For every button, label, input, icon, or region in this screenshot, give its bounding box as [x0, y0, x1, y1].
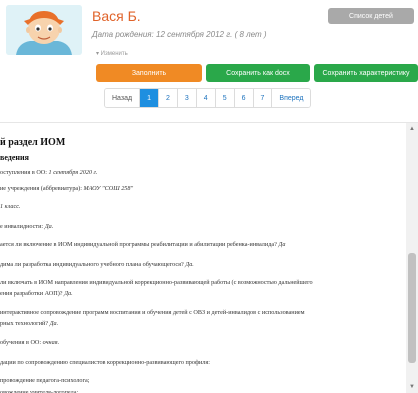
document-line-text: е инвалидности: — [0, 223, 45, 230]
document-line-text: ие учреждения (аббревиатура): — [0, 185, 84, 192]
document-line: ли включать в ИОМ направления индивидуал… — [0, 279, 313, 286]
scroll-down-icon[interactable]: ▼ — [408, 383, 416, 391]
save-characteristic-button[interactable]: Сохранить характеристику — [314, 64, 418, 82]
document-line: интерактивное сопровождение программ вос… — [0, 309, 305, 316]
child-name: Вася Б. — [92, 8, 141, 24]
pager-page-4[interactable]: 4 — [196, 89, 216, 107]
document-line: провождение педагога-психолога; — [0, 377, 90, 384]
children-list-button[interactable]: Список детей — [328, 8, 414, 24]
document-line: дима ли разработка индивидуального учебн… — [0, 261, 194, 268]
pager-page-2[interactable]: 2 — [158, 89, 178, 107]
save-docx-button[interactable]: Сохранить как docx — [206, 64, 310, 82]
document-line-value: очная. — [42, 339, 60, 346]
document-title: й раздел ИОМ — [0, 137, 66, 148]
pager-next[interactable]: Вперед — [272, 89, 311, 107]
scrollbar-thumb[interactable] — [408, 253, 416, 363]
pager-page-3[interactable]: 3 — [177, 89, 197, 107]
document-line-value: Да. — [44, 223, 54, 230]
document-line: ения разработки АОП)? Да. — [0, 290, 73, 297]
document-line-text: интерактивное сопровождение программ вос… — [0, 309, 305, 316]
document-line-value: 1 сентября 2020 г. — [48, 169, 98, 176]
pager-page-7[interactable]: 7 — [253, 89, 273, 107]
document-line-text: ается ли включение в ИОМ индивидуальной … — [0, 241, 279, 248]
document-line: обучения в ОО: очная. — [0, 339, 59, 346]
document-line-text: рных технологий? — [0, 320, 50, 327]
document-line-value: Да — [278, 241, 286, 248]
document-line-text: обучения в ОО: — [0, 339, 43, 346]
document-line-text: овождение учителя-логопеда; — [0, 389, 79, 393]
document-line: ие учреждения (аббревиатура): МАОУ "СОШ … — [0, 185, 133, 192]
document-line-value: Да. — [185, 261, 194, 268]
document-line: е инвалидности: Да. — [0, 223, 53, 230]
document-line: овождение учителя-логопеда; — [0, 389, 78, 393]
avatar — [6, 5, 82, 55]
document-line-text: дации по сопровождению специалистов корр… — [0, 359, 210, 366]
document-line-text: ения разработки АОП)? — [0, 290, 65, 297]
scroll-up-icon[interactable]: ▲ — [408, 125, 416, 133]
document-line-text: дима ли разработка индивидуального учебн… — [0, 261, 186, 268]
pagination: Назад 1 2 3 4 5 6 7 Вперед — [104, 88, 312, 108]
birth-date: Дата рождения: 12 сентября 2012 г. ( 8 л… — [92, 30, 267, 39]
header-panel: Вася Б. Дата рождения: 12 сентября 2012 … — [0, 0, 418, 122]
document-line-text: ли включать в ИОМ направления индивидуал… — [0, 279, 313, 286]
document-line-text: оступления в ОО: — [0, 169, 49, 176]
scrollbar[interactable]: ▲ ▼ — [406, 123, 418, 393]
pager-back[interactable]: Назад — [105, 89, 141, 107]
pager-page-5[interactable]: 5 — [215, 89, 235, 107]
document-line: ается ли включение в ИОМ индивидуальной … — [0, 241, 285, 248]
document-subtitle: ведения — [0, 153, 29, 162]
document-line-text: провождение педагога-психолога; — [0, 377, 90, 384]
document-line-value: Да. — [49, 320, 59, 327]
change-link[interactable]: ▾ Изменить — [96, 50, 128, 57]
document-preview: й раздел ИОМ ведения оступления в ОО: 1 … — [0, 123, 406, 393]
pager-page-1[interactable]: 1 — [140, 89, 159, 107]
document-line-value: 1 класс. — [0, 203, 21, 210]
document-line-value: Да. — [64, 290, 73, 297]
fill-button[interactable]: Заполнить — [96, 64, 202, 82]
pager-page-6[interactable]: 6 — [234, 89, 254, 107]
document-line: 1 класс. — [0, 203, 21, 210]
document-line: дации по сопровождению специалистов корр… — [0, 359, 210, 366]
document-line-value: МАОУ "СОШ 258" — [83, 185, 134, 192]
document-line: рных технологий? Да. — [0, 320, 58, 327]
document-line: оступления в ОО: 1 сентября 2020 г. — [0, 169, 97, 176]
